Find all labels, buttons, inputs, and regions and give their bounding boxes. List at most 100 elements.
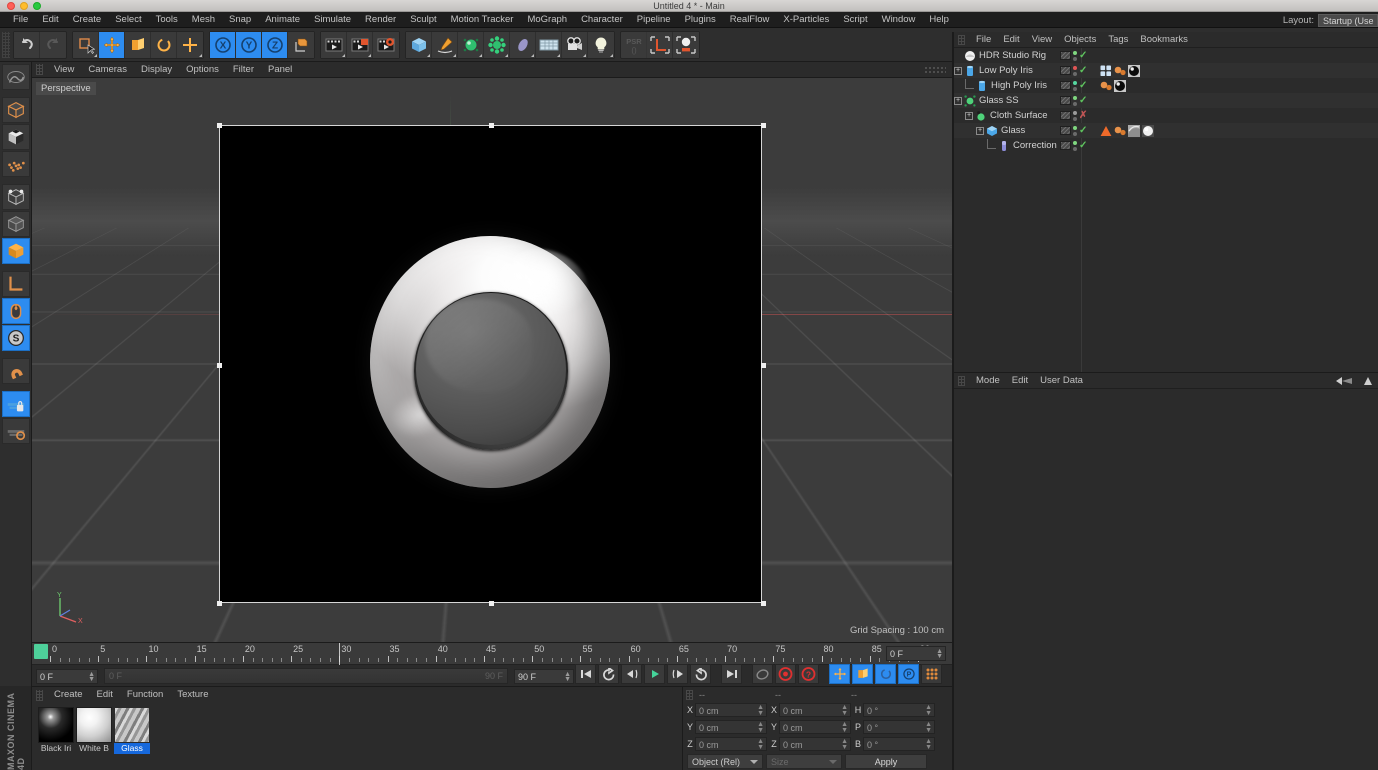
- autokey-mode-button[interactable]: [752, 664, 773, 684]
- layer-color-swatch[interactable]: [1060, 66, 1071, 75]
- play-loop-button[interactable]: [690, 664, 711, 684]
- render-visibility-dot[interactable]: [1073, 116, 1077, 121]
- expand-toggle[interactable]: +: [976, 126, 984, 135]
- viewport-menu-display[interactable]: Display: [134, 62, 179, 78]
- spinner-icon-3[interactable]: ▲ ▼: [925, 738, 932, 751]
- viewport-solo-button[interactable]: [1, 298, 30, 324]
- timeline-current-marker[interactable]: [34, 644, 48, 659]
- coordinate-manager-grip[interactable]: [686, 689, 693, 700]
- key-scale-button[interactable]: [852, 664, 873, 684]
- world-coordinate-button[interactable]: [288, 31, 314, 58]
- tag-material-tag-black-sphere[interactable]: [1128, 64, 1140, 77]
- key-position-button[interactable]: [829, 664, 850, 684]
- visibility-dots[interactable]: [1073, 110, 1077, 121]
- object-row[interactable]: HDR Studio Rig ✓: [954, 48, 1378, 63]
- workplane-button[interactable]: [1, 418, 30, 444]
- object-row[interactable]: + Cloth Surface ✗: [954, 108, 1378, 123]
- position-input[interactable]: 0 cm ▲ ▼: [695, 703, 767, 717]
- object-enable-check-icon[interactable]: ✓: [1079, 126, 1087, 136]
- current-frame-spinner-icon[interactable]: ▲ ▼: [88, 671, 95, 683]
- menu-item-snap[interactable]: Snap: [222, 12, 258, 28]
- object-enable-check-icon[interactable]: ✓: [1079, 141, 1087, 151]
- object-name[interactable]: Correction: [1013, 140, 1057, 151]
- viewport-panel-dots-icon[interactable]: [924, 66, 946, 74]
- position-input[interactable]: 0 cm ▲ ▼: [695, 737, 767, 751]
- handle-top-center[interactable]: [489, 123, 494, 128]
- object-menu-view[interactable]: View: [1026, 32, 1058, 48]
- object-name[interactable]: High Poly Iris: [991, 80, 1047, 91]
- texture-mode-button[interactable]: [1, 124, 30, 150]
- spinner-icon[interactable]: ▲ ▼: [757, 704, 764, 717]
- expand-toggle[interactable]: +: [954, 66, 962, 75]
- layer-color-swatch[interactable]: [1060, 141, 1071, 150]
- object-enable-check-icon[interactable]: ✓: [1079, 96, 1087, 106]
- editor-visibility-dot[interactable]: [1073, 50, 1077, 55]
- material-thumbnail[interactable]: [38, 707, 74, 743]
- object-menu-edit[interactable]: Edit: [997, 32, 1025, 48]
- viewport-menu-options[interactable]: Options: [179, 62, 226, 78]
- key-rotation-button[interactable]: [875, 664, 896, 684]
- spinner-icon[interactable]: ▲ ▼: [757, 721, 764, 734]
- goto-start-button[interactable]: [575, 664, 596, 684]
- handle-bottom-right[interactable]: [761, 601, 766, 606]
- render-region-button[interactable]: [347, 31, 373, 58]
- render-visibility-dot[interactable]: [1073, 146, 1077, 151]
- menu-item-simulate[interactable]: Simulate: [307, 12, 358, 28]
- render-visibility-dot[interactable]: [1073, 101, 1077, 106]
- menu-item-plugins[interactable]: Plugins: [678, 12, 723, 28]
- attribute-manager-grip[interactable]: [958, 375, 965, 386]
- menu-item-motion-tracker[interactable]: Motion Tracker: [444, 12, 521, 28]
- x-axis-lock-button[interactable]: X: [210, 31, 236, 58]
- add-modeling-object-button[interactable]: [484, 31, 510, 58]
- world-object-axis-button[interactable]: [177, 31, 203, 58]
- z-axis-lock-button[interactable]: Z: [262, 31, 288, 58]
- object-enable-check-icon[interactable]: ✓: [1079, 51, 1087, 61]
- material-name[interactable]: White B: [76, 743, 112, 754]
- viewport-menu-filter[interactable]: Filter: [226, 62, 261, 78]
- add-cube-button[interactable]: [406, 31, 432, 58]
- scale-button[interactable]: [125, 31, 151, 58]
- handle-bottom-center[interactable]: [489, 601, 494, 606]
- tag-material-tag-orange[interactable]: [1114, 65, 1126, 77]
- render-visibility-dot[interactable]: [1073, 131, 1077, 136]
- preview-range-track[interactable]: 0 F 90 F: [104, 668, 508, 684]
- visibility-dots[interactable]: [1073, 50, 1077, 61]
- spinner-icon-2[interactable]: ▲ ▼: [841, 721, 848, 734]
- expand-toggle[interactable]: +: [965, 111, 973, 120]
- autokeying-button[interactable]: ?: [798, 664, 819, 684]
- object-row[interactable]: + Low Poly Iris ✓: [954, 63, 1378, 78]
- undo-button[interactable]: [14, 31, 40, 58]
- object-row[interactable]: + Glass SS ✓: [954, 93, 1378, 108]
- material-item[interactable]: White B: [76, 707, 112, 754]
- menu-item-window[interactable]: Window: [875, 12, 923, 28]
- material-item[interactable]: Glass: [114, 707, 150, 754]
- menu-item-tools[interactable]: Tools: [149, 12, 185, 28]
- visibility-dots[interactable]: [1073, 125, 1077, 136]
- size-input[interactable]: 0 cm ▲ ▼: [779, 737, 851, 751]
- psr-button[interactable]: PSR (): [621, 31, 647, 58]
- menu-item-mesh[interactable]: Mesh: [185, 12, 222, 28]
- menu-item-pipeline[interactable]: Pipeline: [630, 12, 678, 28]
- object-axis-mode-button[interactable]: [1, 238, 30, 264]
- add-nurbs-button[interactable]: [458, 31, 484, 58]
- polygons-mode-button[interactable]: [1, 211, 30, 237]
- add-spline-button[interactable]: [432, 31, 458, 58]
- menu-item-edit[interactable]: Edit: [35, 12, 65, 28]
- object-row[interactable]: + Glass ✓: [954, 123, 1378, 138]
- timeline-playhead[interactable]: [339, 643, 341, 665]
- enable-axis-button[interactable]: [673, 31, 699, 58]
- editor-visibility-dot[interactable]: [1073, 125, 1077, 130]
- soft-selection-button[interactable]: S: [1, 325, 30, 351]
- key-param-button[interactable]: P: [898, 664, 919, 684]
- material-manager-grip[interactable]: [36, 689, 43, 701]
- object-menu-objects[interactable]: Objects: [1058, 32, 1102, 48]
- right-frame-spinner-icon[interactable]: ▲ ▼: [936, 648, 943, 660]
- layer-color-swatch[interactable]: [1060, 111, 1071, 120]
- points-mode-button[interactable]: [1, 151, 30, 177]
- redo-button[interactable]: [40, 31, 66, 58]
- material-item[interactable]: Black Iri: [38, 707, 74, 754]
- object-enable-check-icon[interactable]: ✓: [1079, 81, 1087, 91]
- axis-mode-button[interactable]: [647, 31, 673, 58]
- menu-item-x-particles[interactable]: X-Particles: [776, 12, 836, 28]
- rotation-input[interactable]: 0 ° ▲ ▼: [863, 703, 935, 717]
